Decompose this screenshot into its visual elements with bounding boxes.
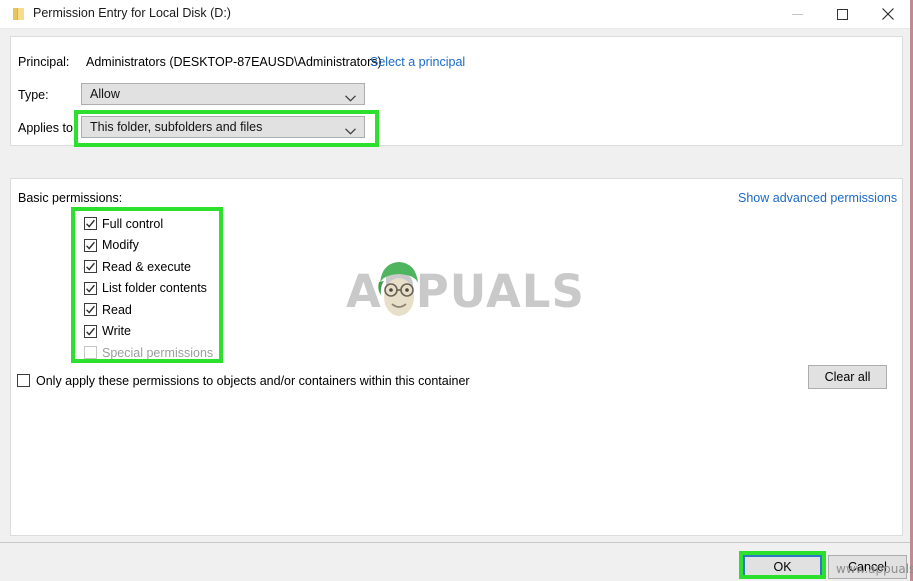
permission-checkbox[interactable] bbox=[84, 303, 97, 316]
permission-checkbox[interactable] bbox=[84, 260, 97, 273]
principal-value: Administrators (DESKTOP-87EAUSD\Administ… bbox=[86, 55, 382, 69]
permission-label: Full control bbox=[102, 216, 164, 231]
footer-separator bbox=[0, 542, 910, 543]
permission-row: Special permissions bbox=[84, 342, 213, 363]
permission-label: Read & execute bbox=[102, 259, 191, 274]
permission-checkbox[interactable] bbox=[84, 324, 97, 338]
title-bar: Permission Entry for Local Disk (D:) bbox=[0, 0, 910, 29]
only-apply-checkbox-row[interactable]: Only apply these permissions to objects … bbox=[17, 372, 470, 389]
permission-row[interactable]: Full control bbox=[84, 213, 163, 234]
type-label: Type: bbox=[18, 88, 49, 102]
permission-row[interactable]: Modify bbox=[84, 235, 139, 256]
folder-icon bbox=[13, 8, 24, 20]
close-icon[interactable] bbox=[865, 0, 910, 28]
permission-row[interactable]: Write bbox=[84, 321, 131, 342]
principal-label: Principal: bbox=[18, 55, 70, 69]
permission-row[interactable]: Read & execute bbox=[84, 256, 191, 277]
permission-label: Read bbox=[102, 302, 132, 317]
permission-label: Special permissions bbox=[102, 345, 214, 360]
cancel-label: Cancel bbox=[848, 560, 887, 574]
maximize-button[interactable] bbox=[820, 0, 865, 28]
permission-label: Write bbox=[102, 324, 131, 338]
permission-checkbox[interactable] bbox=[84, 217, 97, 230]
permission-row[interactable]: List folder contents bbox=[84, 278, 207, 299]
permission-checkbox[interactable] bbox=[84, 238, 97, 252]
chevron-down-icon bbox=[345, 91, 356, 105]
type-dropdown[interactable]: Allow bbox=[81, 83, 365, 105]
permission-checkbox[interactable] bbox=[84, 281, 97, 295]
only-apply-label: Only apply these permissions to objects … bbox=[36, 373, 470, 388]
clear-all-label: Clear all bbox=[824, 370, 871, 384]
applies-to-dropdown[interactable]: This folder, subfolders and files bbox=[81, 116, 365, 138]
clear-all-button[interactable]: Clear all bbox=[808, 365, 887, 389]
chevron-down-icon bbox=[345, 124, 356, 138]
cancel-button[interactable]: Cancel bbox=[828, 555, 907, 579]
select-principal-link[interactable]: Select a principal bbox=[370, 55, 465, 69]
applies-to-dropdown-value: This folder, subfolders and files bbox=[90, 120, 263, 134]
show-advanced-permissions-link[interactable]: Show advanced permissions bbox=[738, 191, 897, 205]
minimize-button[interactable] bbox=[775, 0, 820, 28]
applies-to-label: Applies to: bbox=[18, 121, 77, 135]
window-title: Permission Entry for Local Disk (D:) bbox=[33, 6, 231, 20]
permission-checkbox bbox=[84, 346, 97, 359]
only-apply-checkbox[interactable] bbox=[17, 374, 30, 387]
permission-label: Modify bbox=[102, 238, 139, 252]
permission-label: List folder contents bbox=[102, 281, 207, 295]
permission-entry-window: Permission Entry for Local Disk (D:) Pri… bbox=[0, 0, 913, 581]
type-dropdown-value: Allow bbox=[90, 87, 120, 101]
ok-label: OK bbox=[773, 560, 792, 574]
permission-row[interactable]: Read bbox=[84, 299, 132, 320]
ok-button[interactable]: OK bbox=[743, 555, 822, 579]
basic-permissions-label: Basic permissions: bbox=[18, 191, 123, 205]
